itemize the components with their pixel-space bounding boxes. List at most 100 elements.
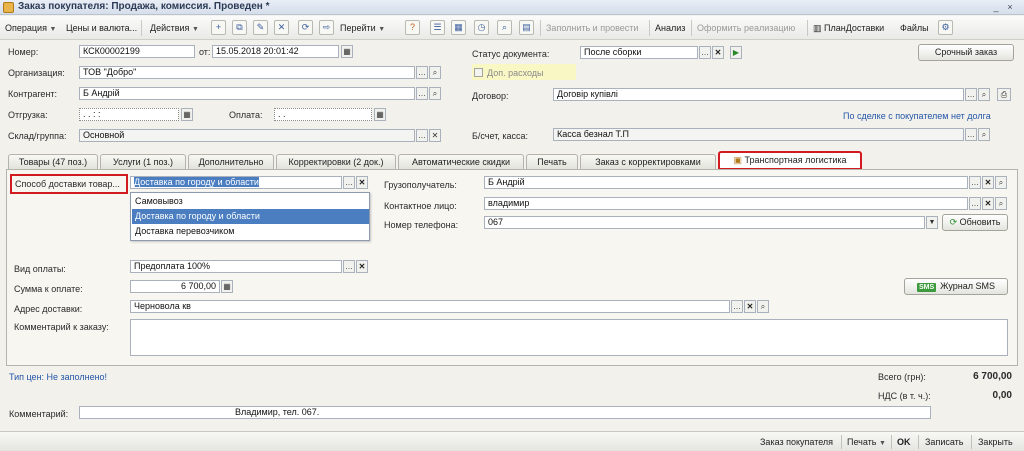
history-icon[interactable]: ◷ (474, 20, 489, 35)
delivery-method-field[interactable]: Доставка по городу и области (130, 176, 342, 189)
toolbar: Операция ▼ Цены и валюта... Действия ▼ +… (0, 16, 1024, 40)
clear-icon[interactable]: ✕ (744, 300, 756, 313)
delete-icon[interactable]: ✕ (274, 20, 289, 35)
comment-field[interactable]: Владимир, тел. 067. (79, 406, 931, 419)
phone-field[interactable]: 067 (484, 216, 925, 229)
org-field[interactable]: ТОВ "Добро" (79, 66, 415, 79)
tab-goods[interactable]: Товары (47 поз.) (8, 154, 98, 169)
select-dots-icon[interactable]: … (416, 129, 428, 142)
dropdown-option-city-delivery[interactable]: Доставка по городу и области (132, 209, 369, 224)
structure-icon[interactable]: ▦ (451, 20, 466, 35)
ok-button[interactable]: OK (897, 435, 911, 449)
search-icon[interactable]: ⌕ (429, 66, 441, 79)
prices-currency-button[interactable]: Цены и валюта... (66, 21, 137, 35)
report-icon[interactable]: ▤ (519, 20, 534, 35)
price-type-link[interactable]: Тип цен: Не заполнено! (9, 372, 107, 382)
warehouse-field[interactable]: Основной (79, 129, 415, 142)
tab-services[interactable]: Услуги (1 поз.) (100, 154, 186, 169)
print-icon[interactable]: ⎙ (997, 88, 1011, 101)
new-doc-icon[interactable]: + (211, 20, 226, 35)
tab-additional[interactable]: Дополнительно (188, 154, 274, 169)
deal-debt-link[interactable]: По сделке с покупателем нет долга (843, 111, 991, 121)
minimize-icon[interactable]: _ (990, 1, 1002, 13)
realization-button[interactable]: Оформить реализацию (697, 21, 795, 35)
clear-icon[interactable]: ✕ (356, 176, 368, 189)
edit-icon[interactable]: ✎ (253, 20, 268, 35)
urgent-order-button[interactable]: Срочный заказ (918, 44, 1014, 61)
delivery-plan-button[interactable]: ▥ ПланДоставки (813, 21, 884, 35)
files-button[interactable]: Файлы (900, 21, 929, 35)
extra-expenses-checkbox[interactable] (474, 68, 483, 77)
analysis-button[interactable]: Анализ (655, 21, 685, 35)
play-icon[interactable]: ▶ (730, 46, 742, 59)
clear-icon[interactable]: ✕ (356, 260, 368, 273)
operation-menu[interactable]: Операция ▼ (5, 21, 56, 35)
shipment-date-field[interactable]: . . : : (79, 108, 179, 121)
tab-print[interactable]: Печать (526, 154, 578, 169)
refresh-button[interactable]: ⟳ Обновить (942, 214, 1008, 231)
select-dots-icon[interactable]: … (416, 87, 428, 100)
close-icon[interactable]: × (1004, 1, 1016, 13)
counterparty-field[interactable]: Б Андрій (79, 87, 415, 100)
select-dots-icon[interactable]: … (969, 176, 981, 189)
settings-icon[interactable]: ⚙ (938, 20, 953, 35)
select-dots-icon[interactable]: … (965, 88, 977, 101)
dropdown-option-pickup[interactable]: Самовывоз (132, 194, 369, 209)
select-dots-icon[interactable]: … (969, 197, 981, 210)
tab-auto-discounts[interactable]: Автоматические скидки (398, 154, 524, 169)
calendar-icon[interactable]: ▦ (341, 45, 353, 58)
calendar-icon[interactable]: ▦ (181, 108, 193, 121)
save-button[interactable]: Записать (925, 435, 963, 449)
clear-icon[interactable]: ✕ (429, 129, 441, 142)
account-field[interactable]: Касса безнал Т.П (553, 128, 964, 141)
search-icon[interactable]: ⌕ (978, 88, 990, 101)
select-dots-icon[interactable]: … (965, 128, 977, 141)
payment-type-field[interactable]: Предоплата 100% (130, 260, 342, 273)
close-button[interactable]: Закрыть (978, 435, 1013, 449)
goto-menu[interactable]: Перейти ▼ (340, 21, 385, 35)
calendar-icon[interactable]: ▦ (374, 108, 386, 121)
select-dots-icon[interactable]: … (731, 300, 743, 313)
search-icon[interactable]: ⌕ (978, 128, 990, 141)
order-doc-button[interactable]: Заказ покупателя (760, 435, 833, 449)
status-field[interactable]: После сборки (580, 46, 698, 59)
refresh-icon: ⟳ (949, 217, 958, 227)
payment-date-field[interactable]: . . (274, 108, 372, 121)
search-icon[interactable]: ⌕ (995, 176, 1007, 189)
actions-menu[interactable]: Действия ▼ (150, 21, 199, 35)
fill-and-post-button[interactable]: Заполнить и провести (546, 21, 638, 35)
clear-icon[interactable]: ✕ (712, 46, 724, 59)
search-icon[interactable]: ⌕ (429, 87, 441, 100)
chevron-down-icon[interactable]: ▼ (926, 216, 938, 229)
contract-field[interactable]: Договір купівлі (553, 88, 964, 101)
clear-icon[interactable]: ✕ (982, 176, 994, 189)
dropdown-option-carrier[interactable]: Доставка перевозчиком (132, 224, 369, 239)
sms-log-button[interactable]: SMS Журнал SMS (904, 278, 1008, 295)
consignee-field[interactable]: Б Андрій (484, 176, 968, 189)
bottom-divider (891, 435, 892, 449)
amount-field[interactable]: 6 700,00 (130, 280, 220, 293)
select-dots-icon[interactable]: … (343, 260, 355, 273)
help-icon[interactable]: ? (405, 20, 420, 35)
search-icon[interactable]: ⌕ (757, 300, 769, 313)
select-dots-icon[interactable]: … (416, 66, 428, 79)
refresh-icon[interactable]: ⟳ (298, 20, 313, 35)
list-icon[interactable]: ☰ (430, 20, 445, 35)
tab-order-with-corrections[interactable]: Заказ с корректировками (580, 154, 716, 169)
goto-icon[interactable]: ⇨ (319, 20, 334, 35)
number-field[interactable]: КСК00002199 (79, 45, 195, 58)
tab-corrections[interactable]: Корректировки (2 док.) (276, 154, 396, 169)
search-icon[interactable]: ⌕ (497, 20, 512, 35)
date-field[interactable]: 15.05.2018 20:01:42 (212, 45, 339, 58)
search-icon[interactable]: ⌕ (995, 197, 1007, 210)
order-comment-field[interactable] (130, 319, 1008, 356)
contact-field[interactable]: владимир (484, 197, 968, 210)
tab-transport-logistics[interactable]: ▣ Транспортная логистика (718, 151, 862, 170)
print-menu[interactable]: Печать ▼ (847, 435, 886, 449)
select-dots-icon[interactable]: … (699, 46, 711, 59)
calculator-icon[interactable]: ▦ (221, 280, 233, 293)
select-dots-icon[interactable]: … (343, 176, 355, 189)
address-field[interactable]: Черновола кв (130, 300, 730, 313)
clear-icon[interactable]: ✕ (982, 197, 994, 210)
copy-icon[interactable]: ⧉ (232, 20, 247, 35)
